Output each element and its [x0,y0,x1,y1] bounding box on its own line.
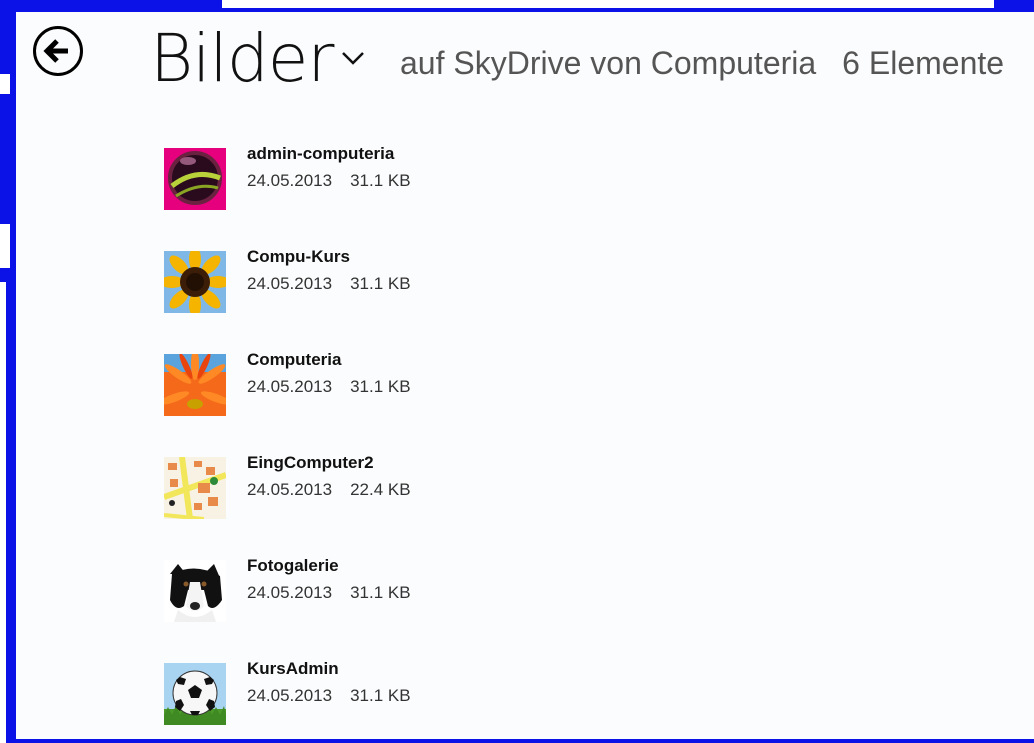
thumbnail-striped-ball [164,148,226,210]
thumbnail-border-collie [164,560,226,622]
file-size: 31.1 KB [350,274,411,293]
list-item[interactable]: KursAdmin 24.05.2013 31.1 KB [164,659,864,739]
file-name: Fotogalerie [247,556,339,575]
list-item[interactable]: admin-computeria 24.05.2013 31.1 KB [164,144,864,247]
file-meta: 24.05.2013 31.1 KB [247,171,411,191]
file-list: admin-computeria 24.05.2013 31.1 KB Comp… [164,144,864,739]
thumbnail-orange-gerbera [164,354,226,416]
list-item[interactable]: Computeria 24.05.2013 31.1 KB [164,350,864,453]
window-frame-top [0,0,1034,12]
file-size: 31.1 KB [350,583,411,602]
file-meta: 24.05.2013 22.4 KB [247,480,411,500]
file-name: KursAdmin [247,659,339,678]
list-item[interactable]: EingComputer2 24.05.2013 22.4 KB [164,453,864,556]
window-frame-bottom [16,739,1034,743]
file-date: 24.05.2013 [247,583,333,602]
thumbnail-soccer-ball [164,663,226,725]
window-frame-right [1028,0,1034,12]
file-name: admin-computeria [247,144,395,163]
file-size: 31.1 KB [350,377,411,396]
file-date: 24.05.2013 [247,686,333,705]
file-meta: 24.05.2013 31.1 KB [247,686,411,706]
chevron-down-icon[interactable] [340,48,366,68]
file-date: 24.05.2013 [247,171,333,190]
item-count: 6 Elemente [842,45,1005,81]
thumbnail-sunflower [164,251,226,313]
file-size: 31.1 KB [350,686,411,705]
back-arrow-icon [33,26,83,76]
list-item[interactable]: Compu-Kurs 24.05.2013 31.1 KB [164,247,864,350]
file-name: Compu-Kurs [247,247,350,266]
list-item[interactable]: Fotogalerie 24.05.2013 31.1 KB [164,556,864,659]
file-date: 24.05.2013 [247,377,333,396]
file-picker-app: Bilder auf SkyDrive von Computeria 6 Elem… [16,12,1034,739]
location-subtitle: auf SkyDrive von Computeria 6 Elemente [400,42,1004,84]
file-meta: 24.05.2013 31.1 KB [247,274,411,294]
window-frame-left [0,12,16,743]
back-button[interactable] [32,25,84,77]
file-date: 24.05.2013 [247,274,333,293]
file-meta: 24.05.2013 31.1 KB [247,583,411,603]
file-date: 24.05.2013 [247,480,333,499]
page-title: Bilder [150,20,335,97]
file-size: 22.4 KB [350,480,411,499]
location-label: auf SkyDrive von Computeria [400,45,817,81]
file-size: 31.1 KB [350,171,411,190]
file-name: EingComputer2 [247,453,374,472]
file-meta: 24.05.2013 31.1 KB [247,377,411,397]
file-name: Computeria [247,350,342,369]
thumbnail-street-map [164,457,226,519]
